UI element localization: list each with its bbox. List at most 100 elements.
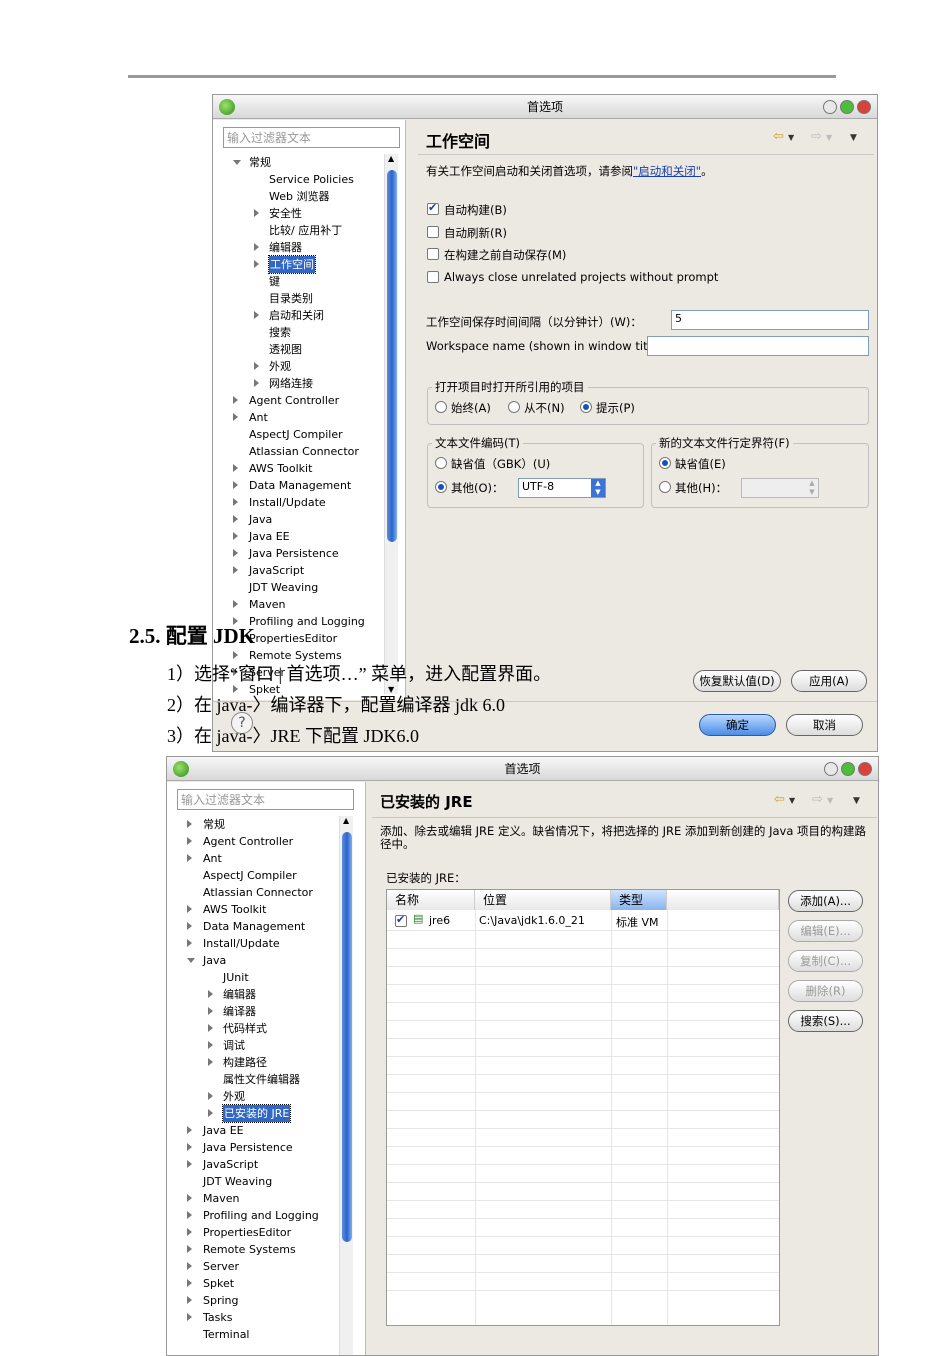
- tree-item[interactable]: Java: [213, 511, 383, 528]
- collapsed-arrow-icon[interactable]: [254, 362, 259, 370]
- tree-item[interactable]: 编译器: [167, 1003, 337, 1020]
- column-header-location[interactable]: 位置: [475, 890, 611, 910]
- encoding-select[interactable]: UTF-8 ▲ ▼: [518, 478, 606, 498]
- expanded-arrow-icon[interactable]: [187, 958, 195, 963]
- tree-item[interactable]: 键: [213, 273, 383, 290]
- tree-item[interactable]: 启动和关闭: [213, 307, 383, 324]
- collapsed-arrow-icon[interactable]: [208, 1007, 213, 1015]
- collapsed-arrow-icon[interactable]: [208, 1109, 213, 1117]
- tree-item[interactable]: Server: [167, 1258, 337, 1275]
- tree-item[interactable]: Tasks: [167, 1309, 337, 1326]
- tree-item[interactable]: JUnit: [167, 969, 337, 986]
- collapsed-arrow-icon[interactable]: [187, 820, 192, 828]
- tree-item[interactable]: Remote Systems: [167, 1241, 337, 1258]
- table-row[interactable]: ▤ jre6 C:\Java\jdk1.6.0_21 标准 VM: [387, 912, 779, 930]
- tree-item[interactable]: 常规: [213, 154, 383, 171]
- collapsed-arrow-icon[interactable]: [233, 549, 238, 557]
- tree-item[interactable]: 搜索: [213, 324, 383, 341]
- collapsed-arrow-icon[interactable]: [187, 1211, 192, 1219]
- open-ref-radio[interactable]: [580, 401, 592, 413]
- back-icon[interactable]: ⇦ ▼: [774, 792, 795, 807]
- scroll-up-icon[interactable]: ▲: [388, 154, 394, 163]
- view-menu-icon[interactable]: ▼: [853, 796, 860, 806]
- collapsed-arrow-icon[interactable]: [233, 464, 238, 472]
- jre-action-button[interactable]: 添加(A)...: [788, 890, 863, 912]
- workspace-name-input[interactable]: [647, 336, 869, 356]
- collapsed-arrow-icon[interactable]: [233, 566, 238, 574]
- scroll-thumb[interactable]: [387, 170, 397, 542]
- maximize-icon[interactable]: [840, 100, 854, 114]
- tree-item[interactable]: 目录类别: [213, 290, 383, 307]
- collapsed-arrow-icon[interactable]: [233, 481, 238, 489]
- tree-item[interactable]: Java Persistence: [213, 545, 383, 562]
- collapsed-arrow-icon[interactable]: [233, 413, 238, 421]
- collapsed-arrow-icon[interactable]: [254, 260, 259, 268]
- collapsed-arrow-icon[interactable]: [187, 1160, 192, 1168]
- filter-input[interactable]: 输入过滤器文本: [223, 127, 400, 148]
- view-menu-icon[interactable]: ▼: [850, 133, 857, 143]
- save-interval-input[interactable]: 5: [671, 310, 869, 330]
- delimiter-default-radio[interactable]: [659, 457, 671, 469]
- tree-item[interactable]: Install/Update: [213, 494, 383, 511]
- checkbox[interactable]: [427, 270, 439, 283]
- collapsed-arrow-icon[interactable]: [187, 1126, 192, 1134]
- column-header-name[interactable]: 名称: [387, 890, 475, 910]
- checkbox[interactable]: [427, 201, 439, 215]
- collapsed-arrow-icon[interactable]: [187, 1228, 192, 1236]
- tree-item[interactable]: Terminal: [167, 1326, 337, 1343]
- maximize-icon[interactable]: [841, 762, 855, 776]
- collapsed-arrow-icon[interactable]: [187, 1279, 192, 1287]
- collapsed-arrow-icon[interactable]: [187, 854, 192, 862]
- tree-item[interactable]: 比较/ 应用补丁: [213, 222, 383, 239]
- tree-item[interactable]: JavaScript: [213, 562, 383, 579]
- collapsed-arrow-icon[interactable]: [187, 1296, 192, 1304]
- tree-item[interactable]: Java Persistence: [167, 1139, 337, 1156]
- checkbox[interactable]: [427, 248, 439, 260]
- tree-item[interactable]: 构建路径: [167, 1054, 337, 1071]
- collapsed-arrow-icon[interactable]: [187, 1245, 192, 1253]
- collapsed-arrow-icon[interactable]: [208, 1041, 213, 1049]
- delimiter-other-radio[interactable]: [659, 481, 671, 493]
- column-header-type[interactable]: 类型: [611, 890, 667, 910]
- close-icon[interactable]: [857, 100, 871, 114]
- collapsed-arrow-icon[interactable]: [254, 243, 259, 251]
- jre-row-checkbox[interactable]: [395, 913, 407, 927]
- tree-scrollbar[interactable]: ▲ ▼: [384, 154, 398, 694]
- collapsed-arrow-icon[interactable]: [187, 922, 192, 930]
- startup-shutdown-link[interactable]: "启动和关闭": [633, 164, 701, 178]
- collapsed-arrow-icon[interactable]: [233, 498, 238, 506]
- tree-item[interactable]: JDT Weaving: [167, 1173, 337, 1190]
- tree-item[interactable]: 工作空间: [213, 255, 383, 274]
- expanded-arrow-icon[interactable]: [233, 160, 241, 165]
- open-ref-radio[interactable]: [435, 401, 447, 413]
- tree-item[interactable]: 已安装的 JRE: [167, 1104, 337, 1123]
- encoding-other-radio[interactable]: [435, 481, 447, 493]
- minimize-icon[interactable]: [823, 100, 837, 114]
- tree-item[interactable]: Maven: [167, 1190, 337, 1207]
- collapsed-arrow-icon[interactable]: [208, 990, 213, 998]
- tree-item[interactable]: Atlassian Connector: [167, 884, 337, 901]
- tree-item[interactable]: Install/Update: [167, 935, 337, 952]
- tree-item[interactable]: 安全性: [213, 205, 383, 222]
- tree-item[interactable]: Data Management: [213, 477, 383, 494]
- collapsed-arrow-icon[interactable]: [187, 1143, 192, 1151]
- collapsed-arrow-icon[interactable]: [208, 1024, 213, 1032]
- collapsed-arrow-icon[interactable]: [187, 1194, 192, 1202]
- collapsed-arrow-icon[interactable]: [208, 1092, 213, 1100]
- tree-item[interactable]: Profiling and Logging: [167, 1207, 337, 1224]
- tree-item[interactable]: AWS Toolkit: [213, 460, 383, 477]
- collapsed-arrow-icon[interactable]: [233, 532, 238, 540]
- ok-button[interactable]: 确定: [699, 714, 776, 736]
- tree-item[interactable]: AspectJ Compiler: [167, 867, 337, 884]
- collapsed-arrow-icon[interactable]: [187, 905, 192, 913]
- back-icon[interactable]: ⇦ ▼: [773, 129, 794, 144]
- tree-item[interactable]: PropertiesEditor: [167, 1224, 337, 1241]
- tree-item[interactable]: Java EE: [213, 528, 383, 545]
- collapsed-arrow-icon[interactable]: [233, 600, 238, 608]
- tree-item[interactable]: Agent Controller: [167, 833, 337, 850]
- collapsed-arrow-icon[interactable]: [254, 311, 259, 319]
- collapsed-arrow-icon[interactable]: [187, 837, 192, 845]
- collapsed-arrow-icon[interactable]: [187, 939, 192, 947]
- tree-item[interactable]: Spket: [167, 1275, 337, 1292]
- checkbox[interactable]: [427, 225, 439, 238]
